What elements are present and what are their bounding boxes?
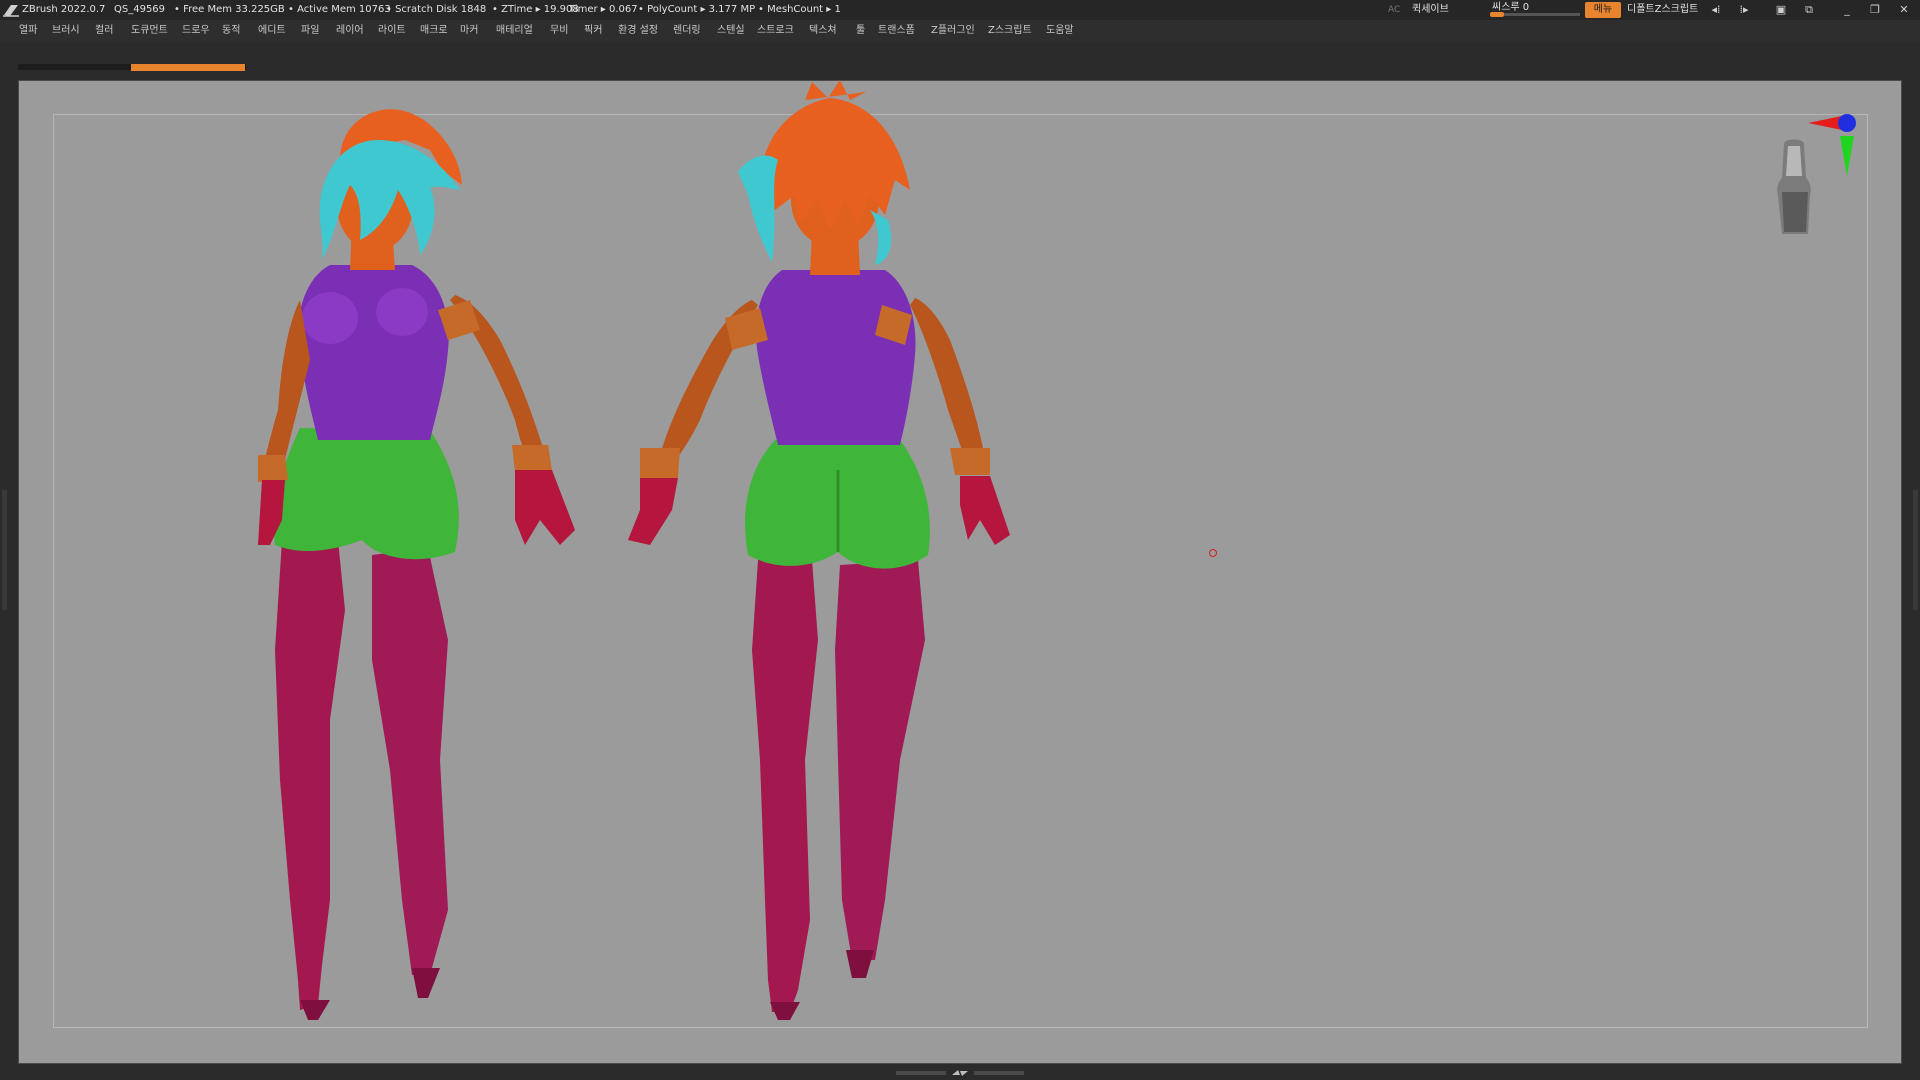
back-hair-orange [760,98,910,230]
gizmo-x-axis-icon [1808,116,1842,130]
right-panel-handle[interactable] [1913,490,1918,610]
model-render[interactable] [0,0,1920,1080]
front-shorts [273,428,459,560]
left-panel-handle[interactable] [2,490,7,610]
gizmo-z-axis-icon [1838,114,1856,132]
gizmo-y-axis-icon [1840,136,1854,176]
navigation-gizmo[interactable] [1760,108,1860,248]
brush-cursor [1209,549,1217,557]
back-torso [756,270,916,445]
gizmo-head-icon [1777,139,1811,234]
front-left-leg [275,540,345,1010]
back-left-hand [628,478,678,545]
back-left-leg [752,560,818,1012]
front-right-hand [515,470,575,545]
back-right-leg [835,560,925,960]
back-hair-cyan [738,155,778,262]
front-torso [298,265,449,440]
back-right-arm [910,298,985,462]
figure-back[interactable] [628,80,1010,1020]
bottom-panel-handle[interactable] [896,1069,1024,1077]
figure-front[interactable] [258,109,575,1020]
front-right-leg [372,548,448,975]
back-right-hand [960,476,1010,545]
